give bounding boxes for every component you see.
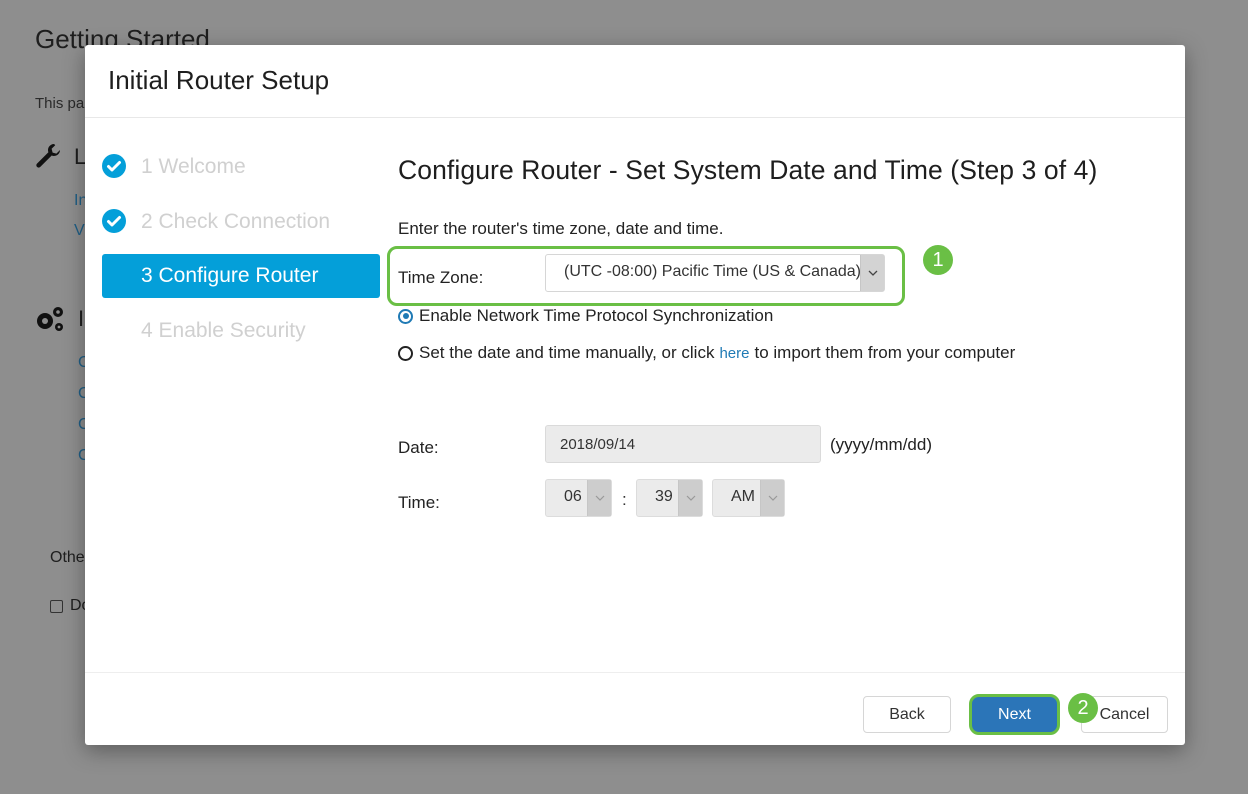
bg-section2-heading: I — [78, 306, 85, 331]
chevron-down-icon — [860, 255, 884, 291]
step-welcome[interactable]: 1 Welcome — [102, 145, 382, 189]
chevron-down-icon — [678, 480, 702, 516]
bg-intro-text: This pa — [35, 95, 85, 112]
manual-label-after: to import them from your computer — [754, 343, 1016, 362]
instructions-text: Enter the router's time zone, date and t… — [398, 219, 724, 238]
time-zone-select[interactable]: (UTC -08:00) Pacific Time (US & Canada) — [545, 254, 885, 292]
minute-value: 39 — [655, 488, 673, 505]
content-title: Configure Router - Set System Date and T… — [398, 155, 1098, 185]
manual-radio[interactable] — [398, 345, 413, 361]
modal-header: Initial Router Setup — [85, 45, 1185, 118]
ntp-label: Enable Network Time Protocol Synchroniza… — [419, 306, 774, 325]
ntp-radio[interactable] — [398, 308, 413, 324]
wizard-steps: 1 Welcome 2 Check Connection 3 Configure… — [102, 145, 382, 363]
date-format-hint: (yyyy/mm/dd) — [830, 435, 932, 454]
initial-router-setup-modal: Initial Router Setup 1 Welcome 2 Check C… — [85, 45, 1185, 745]
step-label: 2 Check Connection — [141, 209, 331, 233]
step-label: 3 Configure Router — [141, 264, 319, 287]
ntp-option[interactable]: Enable Network Time Protocol Synchroniza… — [398, 306, 773, 326]
time-label: Time: — [398, 493, 440, 512]
chevron-down-icon — [760, 480, 784, 516]
step-enable-security[interactable]: 4 Enable Security — [102, 309, 382, 353]
time-zone-label: Time Zone: — [398, 268, 484, 287]
back-button[interactable]: Back — [863, 696, 951, 733]
time-separator: : — [622, 490, 627, 509]
gears-icon — [37, 307, 63, 331]
manual-label-before: Set the date and time manually, or click — [419, 343, 715, 362]
hour-select[interactable]: 06 — [545, 479, 612, 517]
step-check-connection[interactable]: 2 Check Connection — [102, 200, 382, 244]
bg-other-label: Othe — [50, 549, 85, 566]
chevron-down-icon — [587, 480, 611, 516]
step-content: Configure Router - Set System Date and T… — [387, 155, 1168, 517]
step-label: 4 Enable Security — [141, 318, 306, 342]
bg-checkbox — [50, 600, 63, 613]
bg-link: V — [74, 222, 85, 239]
wrench-icon — [36, 143, 60, 168]
check-circle-icon — [102, 208, 126, 233]
step-configure-router[interactable]: 3 Configure Router — [102, 254, 380, 298]
annotation-badge-1: 1 — [923, 245, 953, 275]
modal-footer: Back Next Cancel 2 — [85, 672, 1185, 745]
step-label: 1 Welcome — [141, 155, 246, 178]
import-here-link[interactable]: here — [719, 345, 749, 362]
date-label: Date: — [398, 438, 439, 457]
hour-value: 06 — [564, 488, 582, 505]
ampm-select[interactable]: AM — [712, 479, 785, 517]
next-button[interactable]: Next — [969, 694, 1060, 735]
time-zone-value: (UTC -08:00) Pacific Time (US & Canada) — [564, 263, 860, 280]
check-circle-icon — [102, 154, 126, 178]
modal-title: Initial Router Setup — [108, 65, 330, 95]
minute-select[interactable]: 39 — [636, 479, 703, 517]
annotation-badge-2: 2 — [1068, 693, 1098, 723]
manual-option[interactable]: Set the date and time manually, or click… — [398, 343, 1015, 363]
ampm-value: AM — [731, 488, 755, 505]
date-input[interactable]: 2018/09/14 — [545, 425, 821, 463]
